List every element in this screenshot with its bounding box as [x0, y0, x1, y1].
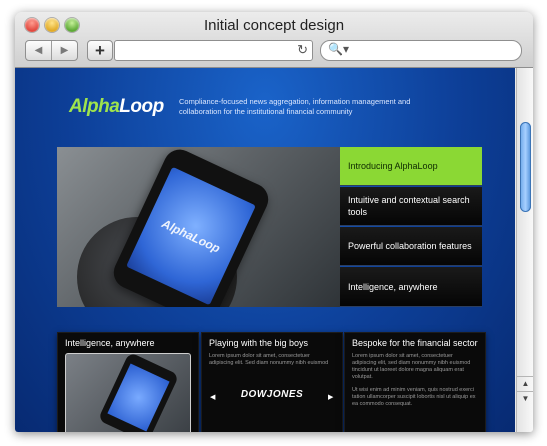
plus-icon: +: [95, 41, 105, 60]
window-title: Initial concept design: [203, 17, 345, 34]
scroll-up-icon[interactable]: ▲: [517, 376, 533, 391]
alphaloop-logo[interactable]: AlphaLoop: [69, 96, 164, 118]
menu-item-label: Intuitive and contextual search tools: [348, 195, 470, 217]
search-icon[interactable]: 🔍▾: [328, 42, 349, 56]
search-field[interactable]: 🔍▾: [320, 40, 522, 61]
video-thumbnail[interactable]: [65, 353, 191, 432]
back-forward-group: ◀ ▶: [25, 40, 78, 61]
vertical-scrollbar[interactable]: ▲ ▼: [516, 68, 533, 432]
scroll-down-icon[interactable]: ▼: [517, 391, 533, 406]
menu-item-label: Introducing AlphaLoop: [348, 161, 438, 171]
back-arrow-icon: ◀: [34, 45, 43, 56]
menu-item-intelligence[interactable]: Intelligence, anywhere: [340, 267, 482, 307]
reload-icon[interactable]: ↻: [297, 42, 308, 58]
feature-menu: Introducing AlphaLoop Intuitive and cont…: [340, 147, 482, 307]
back-button[interactable]: ◀: [26, 41, 51, 60]
phone-logo-text: AlphaLoop: [159, 216, 223, 256]
card-text-2: Ut wisi enim ad minim veniam, quis nostr…: [352, 387, 476, 407]
card-text: Lorem ipsum dolor sit amet, consectetuer…: [209, 353, 329, 366]
card-title: Intelligence, anywhere: [65, 338, 155, 348]
forward-button[interactable]: ▶: [51, 41, 77, 60]
card-title: Bespoke for the financial sector: [352, 338, 478, 348]
browser-window: Initial concept design ◀ ▶ + ↻ 🔍▾ AlphaL…: [15, 12, 533, 432]
forward-arrow-icon: ▶: [60, 45, 69, 56]
address-bar[interactable]: ↻: [114, 40, 313, 61]
menu-item-collaboration[interactable]: Powerful collaboration features: [340, 227, 482, 266]
menu-item-introducing[interactable]: Introducing AlphaLoop: [340, 147, 482, 186]
tagline: Compliance-focused news aggregation, inf…: [179, 97, 411, 116]
logo-alpha: Alpha: [69, 96, 120, 117]
hero-image: AlphaLoop: [57, 147, 340, 307]
scroll-thumb[interactable]: [520, 122, 531, 212]
menu-item-search-tools[interactable]: Intuitive and contextual search tools: [340, 187, 482, 226]
menu-item-label: Intelligence, anywhere: [348, 281, 438, 292]
menu-item-label: Powerful collaboration features: [348, 241, 472, 251]
phone-illustration: AlphaLoop: [108, 147, 274, 307]
card-intelligence: Intelligence, anywhere: [57, 332, 199, 432]
title-bar: Initial concept design ◀ ▶ + ↻ 🔍▾: [15, 12, 533, 68]
web-page: AlphaLoop Compliance-focused news aggreg…: [15, 68, 515, 432]
logo-loop: Loop: [119, 96, 164, 117]
card-title: Playing with the big boys: [209, 338, 309, 348]
new-tab-button[interactable]: +: [87, 40, 113, 61]
carousel-next-icon[interactable]: ▶: [328, 393, 333, 401]
thumbnail-phone-screen: [107, 363, 170, 432]
card-big-boys: Playing with the big boys Lorem ipsum do…: [201, 332, 343, 432]
thumbnail-phone: [97, 354, 180, 432]
card-bespoke: Bespoke for the financial sector Lorem i…: [344, 332, 486, 432]
card-text: Lorem ipsum dolor sit amet, consectetuer…: [352, 353, 471, 380]
dowjones-logo: DOWJONES: [240, 389, 304, 400]
